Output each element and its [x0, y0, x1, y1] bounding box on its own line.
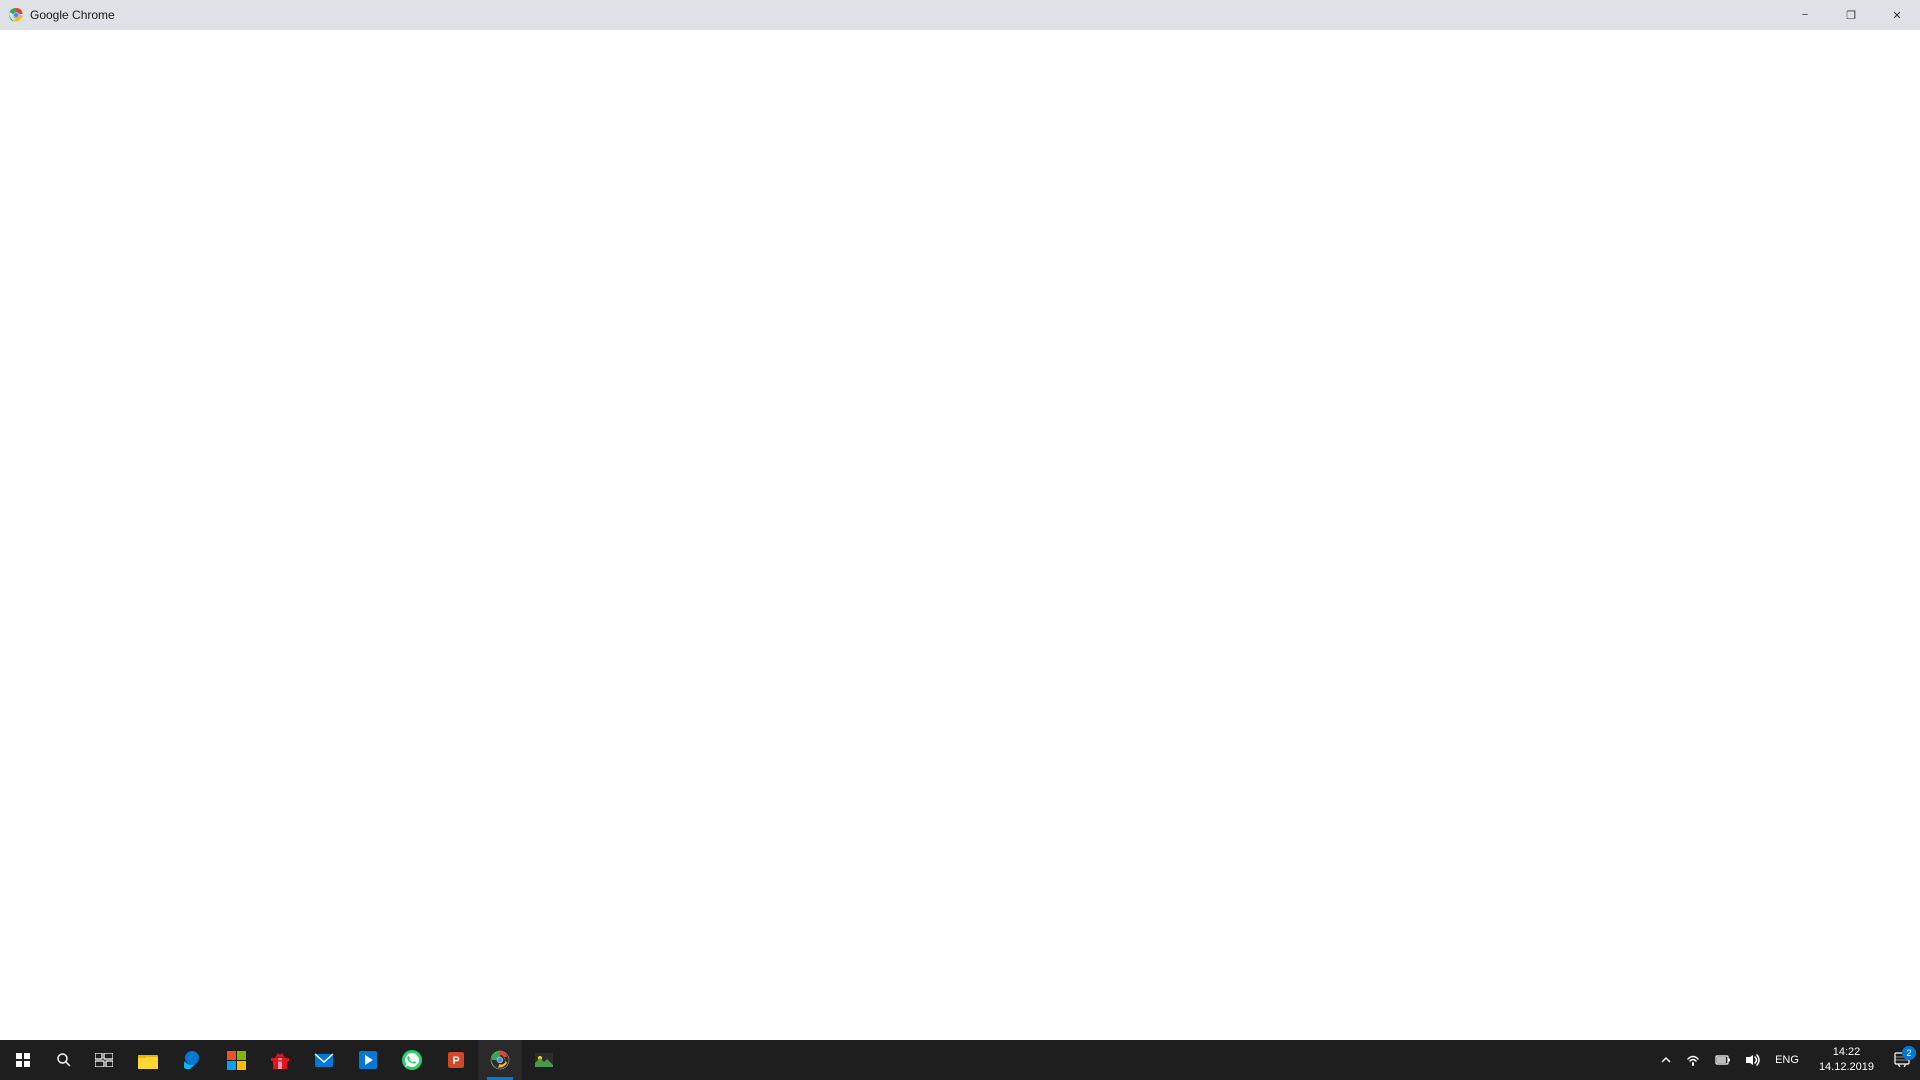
task-view-button[interactable] — [82, 1040, 126, 1080]
clock-date: 14.12.2019 — [1819, 1060, 1874, 1075]
battery-button[interactable] — [1709, 1040, 1737, 1080]
taskbar-app-gift[interactable] — [258, 1040, 302, 1080]
clock-time: 14:22 — [1833, 1045, 1861, 1060]
chrome-logo-icon — [8, 7, 24, 23]
wifi-button[interactable] — [1679, 1040, 1707, 1080]
taskbar-app-photos[interactable] — [522, 1040, 566, 1080]
whatsapp-icon — [401, 1049, 423, 1071]
edge-icon — [181, 1049, 203, 1071]
title-bar-left: Google Chrome — [8, 7, 115, 23]
show-hidden-icons-button[interactable] — [1655, 1040, 1677, 1080]
restore-button[interactable]: ❐ — [1828, 0, 1874, 30]
taskbar-systray: ENG — [1651, 1040, 1809, 1080]
chrome-taskbar-icon — [489, 1049, 511, 1071]
taskbar-app-powerpoint[interactable]: P — [434, 1040, 478, 1080]
windows-icon — [16, 1053, 30, 1067]
task-view-icon — [95, 1053, 113, 1067]
taskbar-app-edge[interactable] — [170, 1040, 214, 1080]
taskbar-app-whatsapp[interactable] — [390, 1040, 434, 1080]
volume-button[interactable] — [1739, 1040, 1767, 1080]
store-icon — [225, 1049, 247, 1071]
battery-icon — [1715, 1053, 1731, 1067]
taskbar-app-store[interactable] — [214, 1040, 258, 1080]
minimize-button[interactable]: − — [1782, 0, 1828, 30]
mail-icon — [313, 1049, 335, 1071]
taskbar-app-media[interactable] — [346, 1040, 390, 1080]
title-bar-title: Google Chrome — [30, 8, 115, 22]
title-bar: Google Chrome − ❐ ✕ — [0, 0, 1920, 30]
search-icon — [56, 1052, 72, 1068]
close-button[interactable]: ✕ — [1874, 0, 1920, 30]
media-icon — [357, 1049, 379, 1071]
language-button[interactable]: ENG — [1769, 1040, 1805, 1080]
taskbar-apps: P — [126, 1040, 1651, 1080]
notification-count-badge: 2 — [1902, 1046, 1916, 1060]
taskbar: P — [0, 1040, 1920, 1080]
notification-center-button[interactable]: 2 — [1884, 1040, 1920, 1080]
taskbar-app-chrome[interactable] — [478, 1040, 522, 1080]
taskbar-clock[interactable]: 14:22 14.12.2019 — [1809, 1040, 1884, 1080]
title-bar-controls: − ❐ ✕ — [1782, 0, 1920, 30]
taskbar-app-file-explorer[interactable] — [126, 1040, 170, 1080]
chevron-up-icon — [1661, 1055, 1671, 1065]
gift-icon — [269, 1049, 291, 1071]
svg-text:P: P — [452, 1055, 459, 1067]
taskbar-search-button[interactable] — [46, 1040, 82, 1080]
photos-icon — [533, 1049, 555, 1071]
volume-icon — [1745, 1053, 1761, 1067]
powerpoint-icon: P — [445, 1049, 467, 1071]
taskbar-app-mail[interactable] — [302, 1040, 346, 1080]
start-button[interactable] — [0, 1040, 46, 1080]
wifi-icon — [1685, 1053, 1701, 1067]
folder-icon — [137, 1049, 159, 1071]
browser-content-area — [0, 30, 1920, 1040]
language-label: ENG — [1775, 1054, 1799, 1066]
